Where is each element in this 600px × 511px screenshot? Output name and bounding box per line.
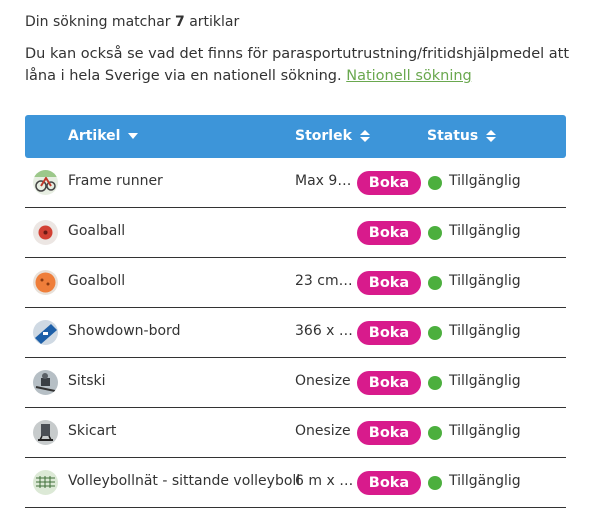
article-name[interactable]: Frame runner: [68, 173, 163, 189]
match-count: 7: [175, 14, 185, 30]
status-text: Tillgänglig: [449, 323, 521, 339]
table-row: Volleybollnät - sittande volleyboll 6 m …: [25, 458, 566, 508]
status-text: Tillgänglig: [449, 273, 521, 289]
national-search-info: Du kan också se vad det finns för parasp…: [25, 46, 570, 84]
table-row: Showdown-bord 366 x 12… Boka Tillgänglig: [25, 308, 566, 358]
table-row: Sitski Onesize Boka Tillgänglig: [25, 358, 566, 408]
article-size: 6 m x 6…: [295, 473, 357, 489]
national-search-link[interactable]: Nationell sökning: [346, 68, 472, 84]
book-button[interactable]: Boka: [357, 221, 421, 245]
table-header: Artikel Storlek Status: [25, 115, 566, 158]
article-size: Onesize: [295, 423, 351, 439]
article-size: Max 90 …: [295, 173, 357, 189]
article-name[interactable]: Skicart: [68, 423, 116, 439]
book-button[interactable]: Boka: [357, 371, 421, 395]
column-header-size[interactable]: Storlek: [295, 128, 370, 144]
status-text: Tillgänglig: [449, 373, 521, 389]
sort-icon: [359, 130, 370, 142]
available-status-icon: [428, 476, 442, 490]
book-button[interactable]: Boka: [357, 471, 421, 495]
frame-runner-photo-icon: [33, 170, 58, 195]
goalball-photo-icon: [33, 220, 58, 245]
sitski-photo-icon: [33, 370, 58, 395]
available-status-icon: [428, 426, 442, 440]
article-name[interactable]: Sitski: [68, 373, 106, 389]
table-row: Skicart Onesize Boka Tillgänglig: [25, 408, 566, 458]
book-button[interactable]: Boka: [357, 271, 421, 295]
article-size: Onesize: [295, 373, 351, 389]
skicart-photo-icon: [33, 420, 58, 445]
match-count-text: Din sökning matchar 7 artiklar: [25, 14, 240, 30]
article-name[interactable]: Goalboll: [68, 273, 125, 289]
status-text: Tillgänglig: [449, 173, 521, 189]
table-row: Goalboll 23 cm d… Boka Tillgänglig: [25, 258, 566, 308]
table-row: Frame runner Max 90 … Boka Tillgänglig: [25, 158, 566, 208]
articles-table: Artikel Storlek Status Frame runner Max …: [25, 115, 566, 508]
showdown-table-photo-icon: [33, 320, 58, 345]
book-button[interactable]: Boka: [357, 171, 421, 195]
sort-desc-icon: [128, 133, 139, 139]
article-name[interactable]: Showdown-bord: [68, 323, 180, 339]
table-row: Goalball Boka Tillgänglig: [25, 208, 566, 258]
volleyball-net-photo-icon: [33, 470, 58, 495]
status-text: Tillgänglig: [449, 423, 521, 439]
available-status-icon: [428, 176, 442, 190]
article-name[interactable]: Volleybollnät - sittande volleyboll: [68, 473, 300, 489]
book-button[interactable]: Boka: [357, 321, 421, 345]
column-header-article[interactable]: Artikel: [68, 128, 139, 144]
goalboll-photo-icon: [33, 270, 58, 295]
article-size: 23 cm d…: [295, 273, 357, 289]
available-status-icon: [428, 326, 442, 340]
available-status-icon: [428, 276, 442, 290]
available-status-icon: [428, 226, 442, 240]
book-button[interactable]: Boka: [357, 421, 421, 445]
article-size: 366 x 12…: [295, 323, 357, 339]
status-text: Tillgänglig: [449, 223, 521, 239]
column-header-status[interactable]: Status: [427, 128, 497, 144]
sort-icon: [486, 130, 497, 142]
available-status-icon: [428, 376, 442, 390]
status-text: Tillgänglig: [449, 473, 521, 489]
article-name[interactable]: Goalball: [68, 223, 125, 239]
